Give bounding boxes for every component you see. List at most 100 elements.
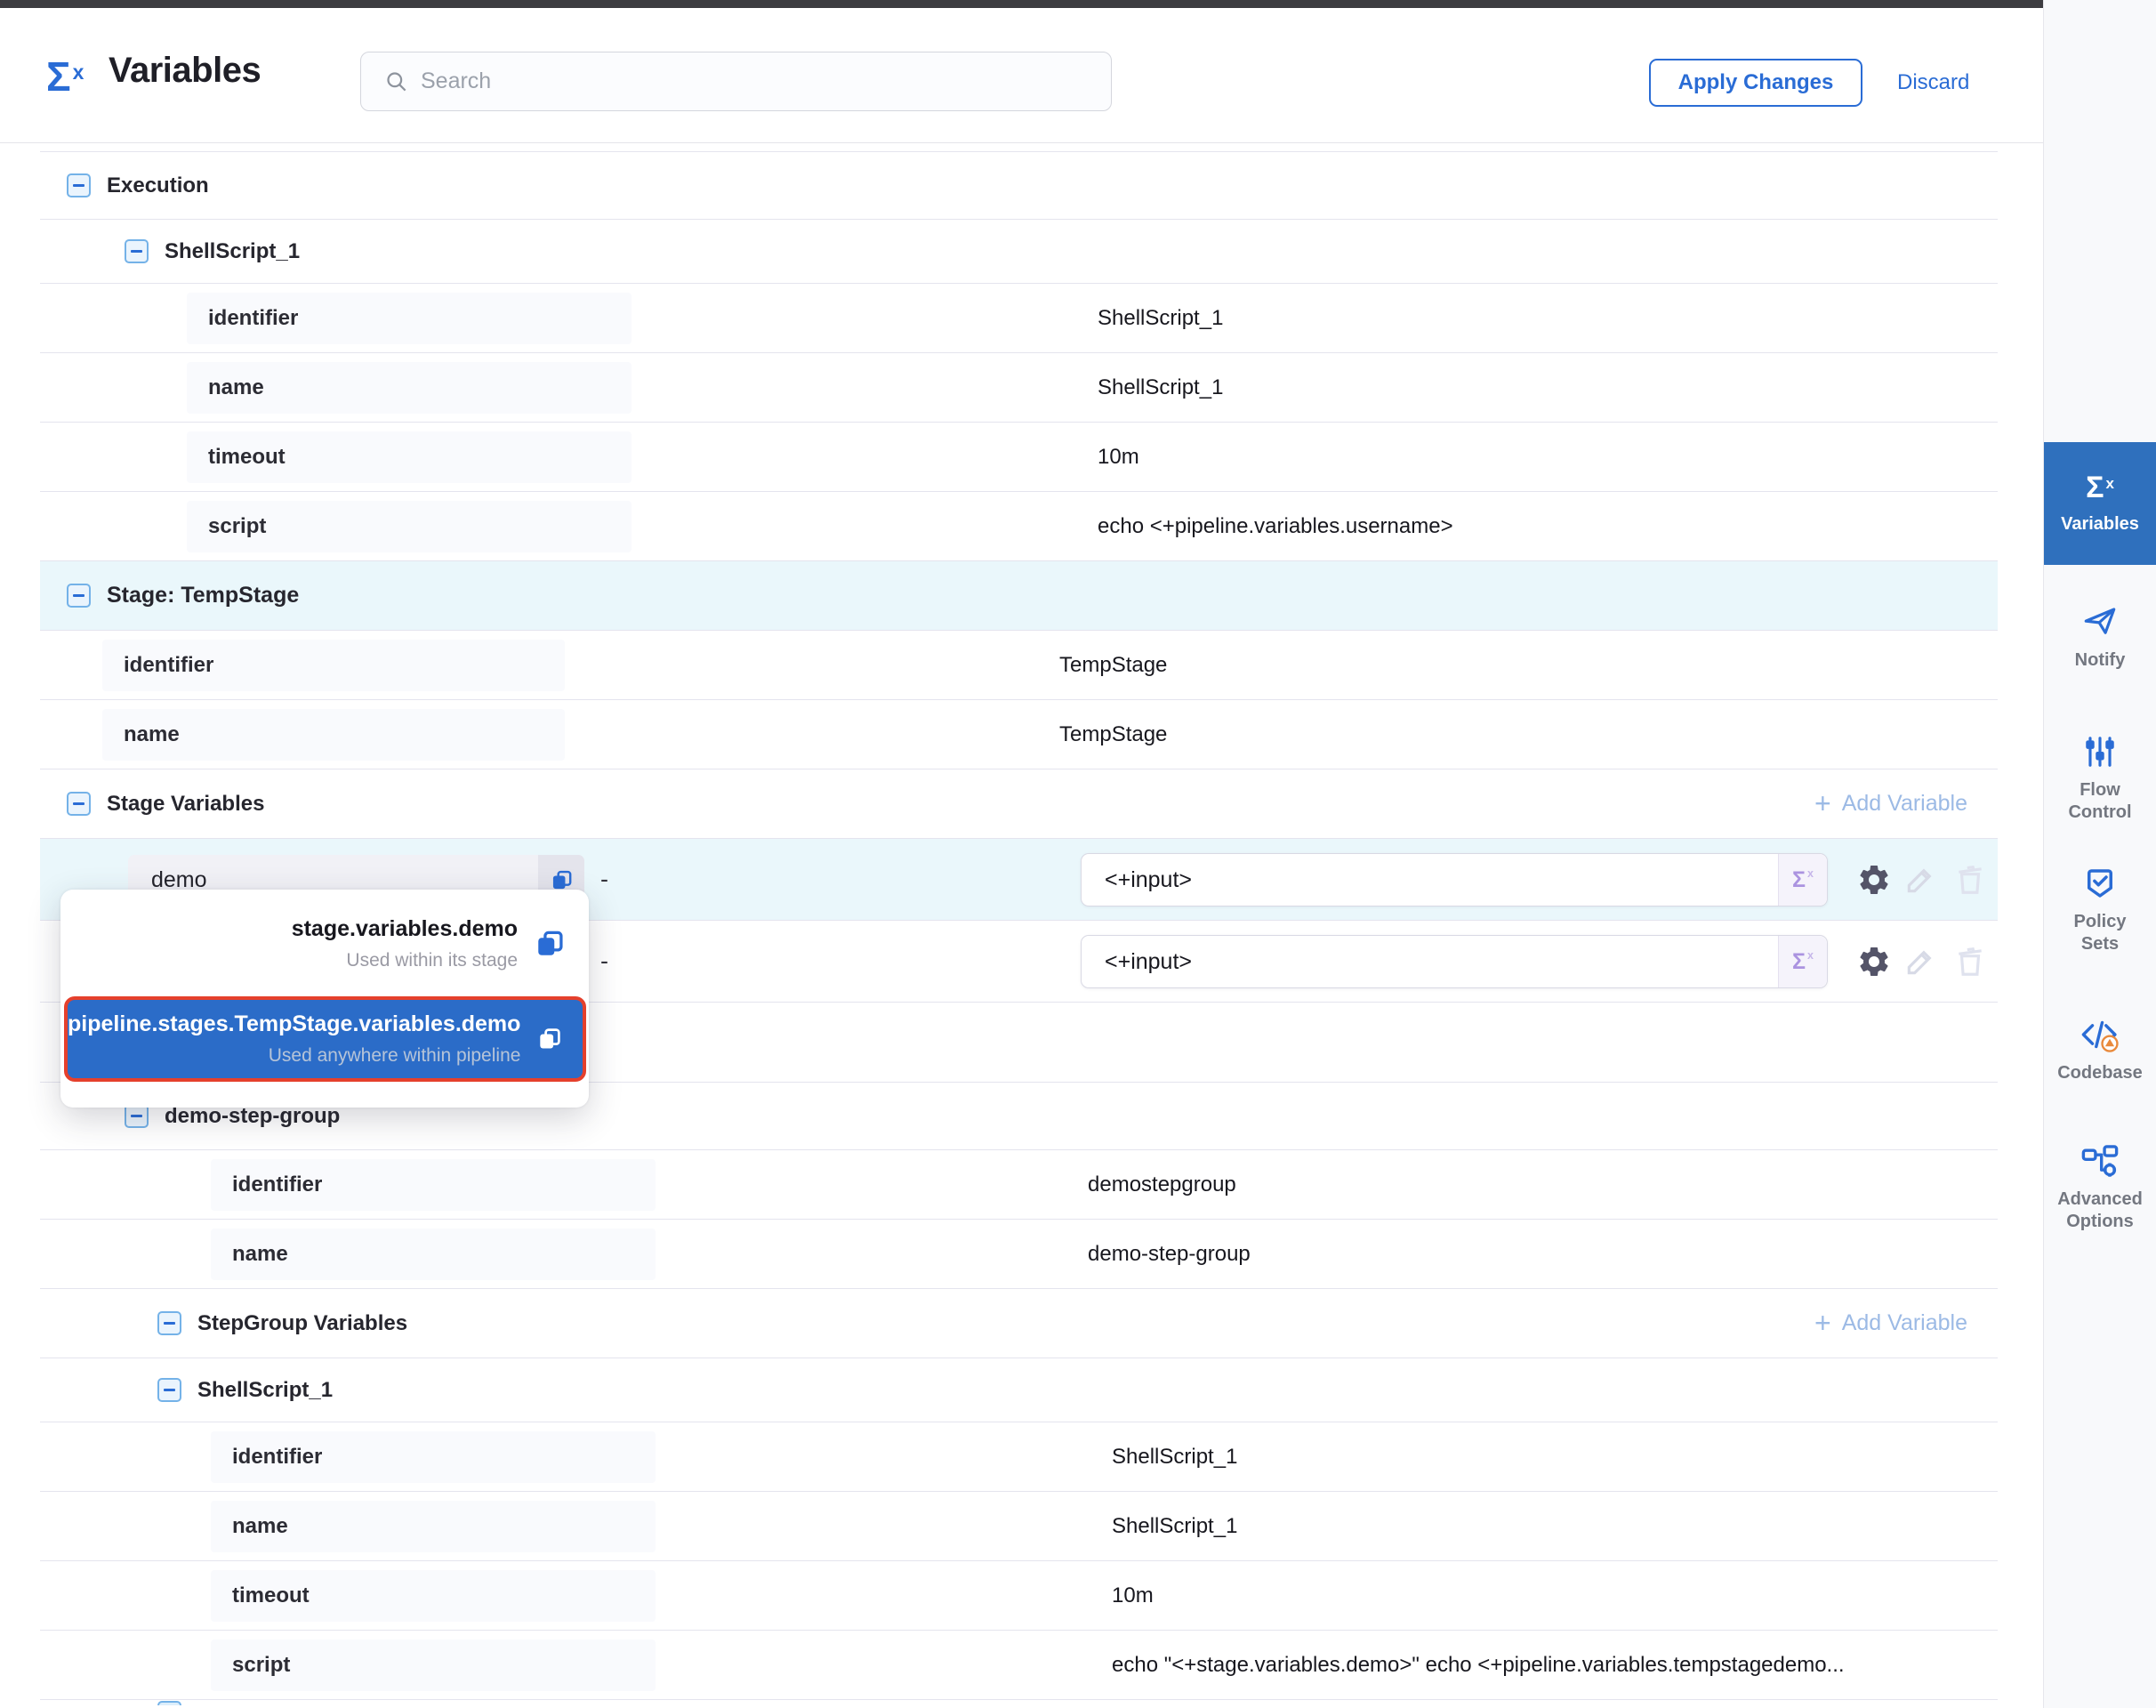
- minus-glyph: [73, 184, 84, 187]
- field-label: name: [232, 1242, 288, 1267]
- field-value: demostepgroup: [1088, 1172, 1236, 1197]
- sidebar-item-label: Codebase: [2057, 1062, 2143, 1084]
- variable-value-input[interactable]: <+input> Σx: [1081, 935, 1828, 988]
- variable-edit-button[interactable]: [1900, 859, 1941, 900]
- collapse-icon[interactable]: [67, 792, 91, 816]
- partially-visible-row: [40, 1700, 1998, 1705]
- sigma-glyph: Σ: [46, 53, 71, 100]
- plus-icon: +: [1814, 789, 1831, 818]
- field-row-timeout: timeout 10m: [40, 1561, 1998, 1631]
- copy-icon[interactable]: [534, 928, 566, 960]
- page-title: Variables: [109, 51, 261, 91]
- field-row-name: name demo-step-group: [40, 1220, 1998, 1289]
- add-variable-button[interactable]: + Add Variable: [1814, 1289, 1967, 1358]
- field-row-script: script echo <+pipeline.variables.usernam…: [40, 492, 1998, 561]
- field-value: demo-step-group: [1088, 1242, 1251, 1267]
- apply-changes-button[interactable]: Apply Changes: [1649, 59, 1862, 107]
- variables-panel-page: Σx Variables Apply Changes Discard Execu…: [0, 0, 2156, 1708]
- collapse-icon[interactable]: [157, 1378, 181, 1402]
- collapse-icon[interactable]: [125, 1104, 149, 1128]
- field-row-identifier: identifier ShellScript_1: [40, 1422, 1998, 1492]
- field-row-timeout: timeout 10m: [40, 423, 1998, 492]
- field-label-box: name: [102, 709, 565, 761]
- field-label: name: [232, 1514, 288, 1539]
- expression-scope-hint: Used anywhere within pipeline: [68, 1045, 520, 1067]
- field-label: identifier: [232, 1445, 322, 1470]
- field-row-identifier: identifier TempStage: [40, 631, 1998, 700]
- plus-icon: +: [1814, 1309, 1831, 1337]
- popup-item-pipeline-scope-highlighted[interactable]: pipeline.stages.TempStage.variables.demo…: [64, 996, 586, 1082]
- field-value: TempStage: [1059, 653, 1167, 678]
- field-row-name: name ShellScript_1: [40, 1492, 1998, 1561]
- minus-glyph: [164, 1322, 175, 1325]
- field-row-identifier: identifier ShellScript_1: [40, 284, 1998, 353]
- field-value: ShellScript_1: [1098, 375, 1223, 400]
- minus-glyph: [131, 250, 142, 253]
- field-label: script: [208, 514, 266, 539]
- collapse-icon[interactable]: [125, 239, 149, 263]
- collapse-icon[interactable]: [67, 584, 91, 608]
- search-box[interactable]: [360, 52, 1112, 111]
- variable-value: <+input>: [1105, 949, 1192, 975]
- section-row-stepgroup-variables: StepGroup Variables + Add Variable: [40, 1289, 1998, 1358]
- runtime-input-sigma-button[interactable]: Σx: [1778, 936, 1827, 987]
- sigma-glyph: Σ: [1792, 867, 1806, 893]
- field-label-box: timeout: [211, 1570, 656, 1622]
- field-label-box: identifier: [102, 640, 565, 691]
- minus-glyph: [73, 802, 84, 805]
- popup-item-text: pipeline.stages.TempStage.variables.demo…: [68, 1011, 520, 1067]
- field-value: ShellScript_1: [1112, 1514, 1237, 1539]
- sigma-x-glyph: x: [73, 60, 84, 84]
- field-value: 10m: [1112, 1583, 1154, 1608]
- variable-delete-button[interactable]: [1950, 941, 1991, 982]
- variable-settings-button[interactable]: [1854, 941, 1895, 982]
- sidebar-item-advanced-options[interactable]: Advanced Options: [2044, 1142, 2156, 1233]
- expression-text: stage.variables.demo: [292, 916, 518, 942]
- field-label: name: [208, 375, 264, 400]
- sidebar-item-label: Variables: [2061, 513, 2139, 536]
- browser-top-strip: [0, 0, 2043, 8]
- paper-plane-icon: [2081, 603, 2119, 640]
- variable-settings-button[interactable]: [1854, 859, 1895, 900]
- required-dash: -: [600, 947, 608, 975]
- field-value: ShellScript_1: [1112, 1445, 1237, 1470]
- copy-icon[interactable]: [536, 1023, 563, 1055]
- variables-sigma-icon: Σx: [2086, 472, 2114, 503]
- sidebar-item-variables[interactable]: Σx Variables: [2044, 442, 2156, 565]
- sidebar-item-label: Policy Sets: [2074, 911, 2127, 955]
- field-label: script: [232, 1653, 290, 1678]
- pipeline-tools-sidebar: Σx Variables Notify Flow Control Policy …: [2043, 0, 2156, 1708]
- collapse-icon[interactable]: [157, 1311, 181, 1335]
- sidebar-item-flow-control[interactable]: Flow Control: [2044, 733, 2156, 824]
- field-value: echo <+pipeline.variables.username>: [1098, 514, 1453, 539]
- sidebar-item-codebase[interactable]: Codebase: [2044, 1016, 2156, 1084]
- field-row-script: script echo "<+stage.variables.demo>" ec…: [40, 1631, 1998, 1700]
- field-row-name: name TempStage: [40, 700, 1998, 769]
- variable-value-input[interactable]: <+input> Σx: [1081, 853, 1828, 906]
- code-warning-icon: [2080, 1016, 2120, 1053]
- variable-usage-popup: stage.variables.demo Used within its sta…: [60, 890, 589, 1108]
- section-row-sg-shellscript: ShellScript_1: [40, 1358, 1998, 1422]
- section-label: Stage Variables: [107, 792, 264, 817]
- discard-button[interactable]: Discard: [1897, 70, 1969, 95]
- field-label-box: identifier: [211, 1431, 656, 1483]
- runtime-input-sigma-button[interactable]: Σx: [1778, 854, 1827, 906]
- field-label: name: [124, 722, 180, 747]
- variable-delete-button[interactable]: [1950, 859, 1991, 900]
- sidebar-item-policy-sets[interactable]: Policy Sets: [2044, 865, 2156, 955]
- shield-check-icon: [2081, 865, 2119, 902]
- variable-edit-button[interactable]: [1900, 941, 1941, 982]
- sigma-x-glyph: x: [1807, 949, 1814, 962]
- popup-item-stage-scope[interactable]: stage.variables.demo Used within its sta…: [60, 906, 589, 982]
- sidebar-item-label: Flow Control: [2068, 779, 2131, 824]
- search-input[interactable]: [421, 68, 1093, 94]
- add-variable-button[interactable]: + Add Variable: [1814, 769, 1967, 838]
- collapse-icon[interactable]: [67, 173, 91, 197]
- section-row-stage: Stage: TempStage: [40, 561, 1998, 631]
- flowchart-gear-icon: [2080, 1142, 2120, 1180]
- field-label: timeout: [208, 445, 286, 470]
- sidebar-item-notify[interactable]: Notify: [2044, 603, 2156, 672]
- field-label: identifier: [124, 653, 213, 678]
- expression-text: pipeline.stages.TempStage.variables.demo: [68, 1011, 520, 1037]
- section-row-stage-variables: Stage Variables + Add Variable: [40, 769, 1998, 839]
